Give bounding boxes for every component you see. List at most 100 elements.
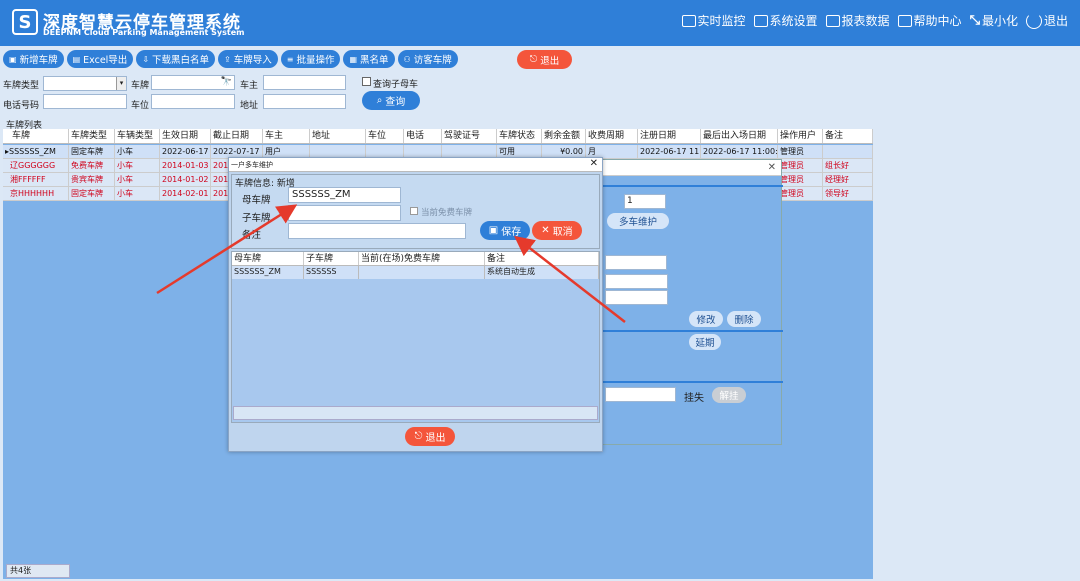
query-child-label: 查询子母车 [373, 80, 419, 90]
excel-icon: ▤ [72, 54, 81, 64]
app-logo: S [12, 9, 38, 35]
nav-report-data[interactable]: 报表数据 [825, 12, 890, 29]
exit-icon: ⎋ [414, 431, 423, 442]
dialog-exit-button[interactable]: ⎋ 退出 [405, 427, 455, 446]
import-icon: ⇪ [224, 54, 231, 64]
bg-input-2[interactable] [605, 274, 668, 289]
plate-edit-dialog-background: ✕ 1 多车维护 修改 删除 延期 挂失 解挂 [600, 159, 783, 445]
table-row[interactable]: SSSSSS_ZM SSSSSS 系统自动生成 [232, 266, 599, 279]
col-header[interactable]: 剩余金额 [542, 129, 586, 143]
child-plate-input[interactable] [288, 205, 401, 221]
batch-operation-button[interactable]: ≡ 批量操作 [280, 50, 341, 68]
space-label: 车位 [131, 101, 150, 111]
download-icon: ⇩ [142, 54, 150, 64]
download-list-button[interactable]: ⇩ 下载黑白名单 [136, 50, 216, 68]
col-header[interactable]: 当前(在场)免费车牌 [359, 252, 485, 265]
modify-button[interactable]: 修改 [689, 311, 723, 327]
space-input[interactable] [151, 94, 235, 109]
delete-button[interactable]: 删除 [727, 311, 761, 327]
col-header[interactable]: 备注 [485, 252, 599, 265]
save-button[interactable]: ▣ 保存 [480, 221, 530, 240]
app-header: S 深度智慧云停车管理系统 DEEPNM Cloud Parking Manag… [0, 0, 1080, 46]
free-plate-label: 当前免费车牌 [421, 208, 473, 218]
nav-system-settings[interactable]: 系统设置 [753, 12, 818, 29]
plate-type-label: 车牌类型 [3, 81, 40, 91]
logo-glyph: S [18, 11, 32, 33]
record-count: 共4张 [6, 564, 70, 578]
dialog-titlebar: 一户多车维护 ✕ [229, 158, 602, 172]
blacklist-icon: ▦ [349, 54, 358, 64]
blacklist-button[interactable]: ▦ 黑名单 [343, 50, 395, 68]
plate-input[interactable]: 🔭 [151, 75, 235, 90]
col-header[interactable]: 地址 [310, 129, 366, 143]
close-icon: ✕ [541, 225, 550, 236]
settings-icon [753, 14, 768, 27]
toolbar: ▣ 新增车牌 ▤ Excel导出 ⇩ 下载黑白名单 ⇪ 车牌导入 ≡ 批量操作 ▦ 黑名单 … [3, 50, 458, 68]
exit-icon: ⎋ [529, 54, 538, 65]
header-nav: 实时监控 系统设置 报表数据 帮助中心 ⤡ 最小化 退出 [681, 12, 1068, 29]
parent-plate-input[interactable]: SSSSSS_ZM [288, 187, 401, 203]
parent-plate-label: 母车牌 [242, 195, 271, 206]
col-header[interactable]: 备注 [823, 129, 873, 143]
phone-input[interactable] [43, 94, 127, 109]
loss-input[interactable] [605, 387, 676, 402]
col-header[interactable]: 截止日期 [211, 129, 263, 143]
batch-icon: ≡ [286, 54, 294, 64]
col-header[interactable]: 车牌类型 [69, 129, 115, 143]
visitor-plate-button[interactable]: ⚇ 访客车牌 [397, 50, 458, 68]
nav-exit[interactable]: 退出 [1025, 12, 1068, 29]
extend-button[interactable]: 延期 [689, 334, 721, 350]
multi-car-dialog: 一户多车维护 ✕ 车牌信息: 新增 母车牌 SSSSSS_ZM 子车牌 当前免费… [228, 157, 603, 452]
bg-value-input[interactable]: 1 [624, 194, 666, 209]
add-plate-button[interactable]: ▣ 新增车牌 [3, 50, 64, 68]
form-caption: 车牌信息: 新增 [235, 179, 295, 189]
close-icon[interactable]: ✕ [768, 162, 776, 173]
visitor-icon: ⚇ [403, 54, 411, 64]
top-exit-button[interactable]: ⎋ 退出 [517, 50, 572, 69]
sub-table-footer [233, 406, 598, 420]
divider [601, 330, 783, 332]
owner-input[interactable] [263, 75, 346, 90]
col-header[interactable]: 车主 [263, 129, 310, 143]
col-header[interactable]: 车牌 [3, 129, 69, 143]
monitor-icon [681, 14, 696, 27]
bg-input-3[interactable] [605, 290, 668, 305]
cancel-button[interactable]: ✕ 取消 [532, 221, 582, 240]
help-grid-icon [897, 14, 912, 27]
col-header[interactable]: 收费周期 [586, 129, 638, 143]
bg-input-1[interactable] [605, 255, 667, 270]
excel-export-button[interactable]: ▤ Excel导出 [66, 50, 134, 68]
unlock-button[interactable]: 解挂 [712, 387, 746, 403]
owner-label: 车主 [240, 81, 259, 91]
col-header[interactable]: 电话 [404, 129, 442, 143]
remark-input[interactable] [288, 223, 466, 239]
col-header[interactable]: 车牌状态 [497, 129, 542, 143]
col-header[interactable]: 驾驶证号 [442, 129, 497, 143]
plate-type-select[interactable]: ▾ [43, 76, 127, 91]
close-icon[interactable]: ✕ [590, 158, 598, 169]
col-header[interactable]: 生效日期 [160, 129, 211, 143]
col-header[interactable]: 母车牌 [232, 252, 304, 265]
bg-dialog-titlebar [601, 160, 781, 176]
col-header[interactable]: 最后出入场日期 [701, 129, 778, 143]
binoculars-icon[interactable]: 🔭 [221, 76, 232, 89]
address-label: 地址 [240, 101, 259, 111]
phone-label: 电话号码 [3, 101, 40, 111]
query-child-checkbox[interactable] [362, 77, 371, 86]
col-header[interactable]: 车位 [366, 129, 404, 143]
col-header[interactable]: 车辆类型 [115, 129, 160, 143]
sub-table-header: 母车牌 子车牌 当前(在场)免费车牌 备注 [232, 252, 599, 266]
nav-minimize[interactable]: ⤡ 最小化 [970, 12, 1018, 29]
nav-realtime-monitor[interactable]: 实时监控 [681, 12, 746, 29]
col-header[interactable]: 子车牌 [304, 252, 359, 265]
add-icon: ▣ [9, 54, 17, 64]
nav-help-center[interactable]: 帮助中心 [897, 12, 962, 29]
address-input[interactable] [263, 94, 346, 109]
col-header[interactable]: 注册日期 [638, 129, 701, 143]
plate-import-button[interactable]: ⇪ 车牌导入 [218, 50, 278, 68]
multi-car-maintain-button[interactable]: 多车维护 [607, 213, 669, 229]
col-header[interactable]: 操作用户 [778, 129, 823, 143]
free-plate-checkbox[interactable] [410, 207, 418, 215]
report-icon [825, 14, 840, 27]
query-button[interactable]: ⌕ 查询 [362, 91, 420, 110]
